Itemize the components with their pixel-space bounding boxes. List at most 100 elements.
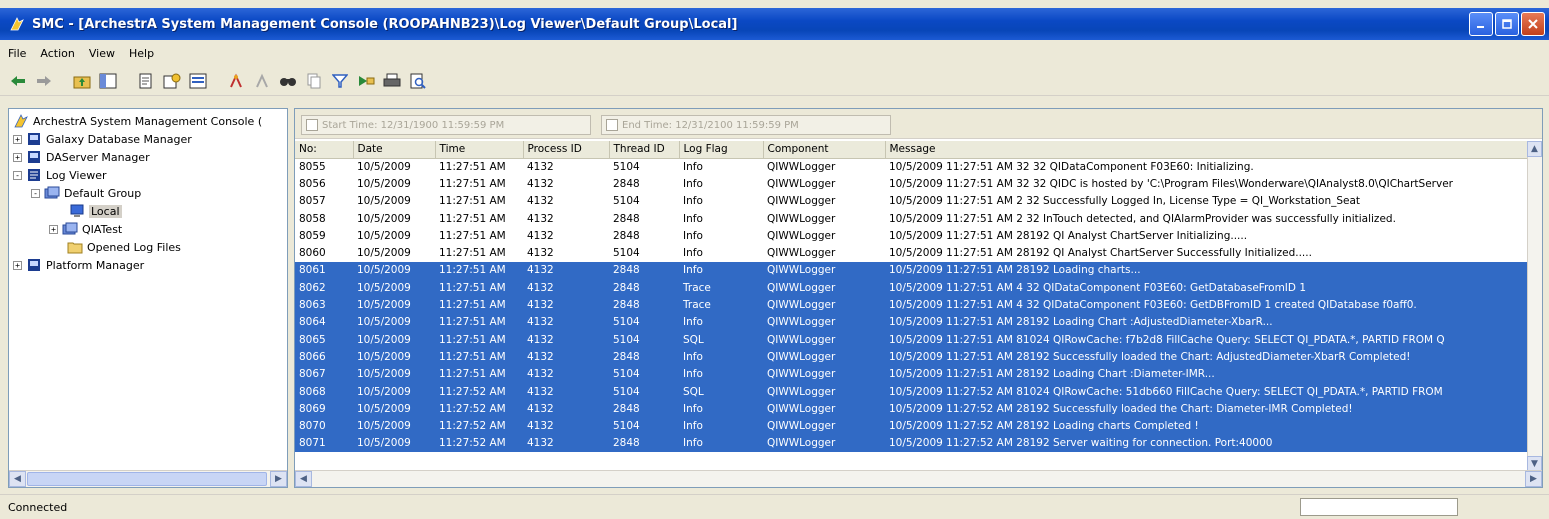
cell-no: 8066 [295,348,353,366]
column-header-component[interactable]: Component [763,141,886,159]
go-to-icon[interactable] [356,71,376,91]
scroll-left-button[interactable]: ◀ [9,471,26,487]
tree-item-label: DAServer Manager [46,150,150,164]
tree-item-local[interactable]: Local [69,202,122,220]
expand-toggle[interactable]: + [49,224,58,234]
tree-item-platform-manager[interactable]: + Platform Manager [13,256,144,274]
chevron-up-icon: ▲ [1531,144,1538,154]
list-vertical-scrollbar[interactable]: ▲ ▼ [1527,141,1542,472]
export-icon[interactable] [136,71,156,91]
show-tree-icon[interactable] [98,71,118,91]
table-row[interactable]: 8059 10/5/2009 11:27:51 AM 4132 2848 Info QIWW… [295,227,1527,244]
column-header-time[interactable]: Time [435,141,524,159]
tree-item-opened-log-files[interactable]: Opened Log Files [67,238,181,256]
tree-item-label: QIATest [82,222,123,236]
expand-toggle[interactable]: + [13,260,22,270]
collapse-toggle[interactable]: - [31,188,40,198]
status-text: Connected [8,500,68,514]
scroll-right-button[interactable]: ▶ [1525,471,1542,487]
table-row[interactable]: 8057 10/5/2009 11:27:51 AM 4132 5104 Info QIWW… [295,193,1527,210]
find-icon[interactable] [278,71,298,91]
table-row[interactable]: 8066 10/5/2009 11:27:51 AM 4132 2848 Info QIWW… [295,348,1527,366]
manager-icon [26,150,42,164]
column-header-no[interactable]: No: [295,141,354,159]
table-row[interactable]: 8058 10/5/2009 11:27:51 AM 4132 2848 Info QIWW… [295,210,1527,227]
unmark-icon[interactable] [252,71,272,91]
tree-item-default-group[interactable]: - Default Group [31,184,141,202]
table-row[interactable]: 8060 10/5/2009 11:27:51 AM 4132 5104 Info QIWW… [295,244,1527,261]
scroll-right-button[interactable]: ▶ [270,471,287,487]
start-time-filter[interactable]: Start Time: 12/31/1900 11:59:59 PM [301,115,591,135]
expand-toggle[interactable]: + [13,152,22,162]
table-row[interactable]: 8055 10/5/2009 11:27:51 AM 4132 5104 Info QIWW… [295,158,1527,175]
column-header-date[interactable]: Date [353,141,436,159]
properties-icon[interactable] [162,71,182,91]
table-row[interactable]: 8056 10/5/2009 11:27:51 AM 4132 2848 Info QIWW… [295,175,1527,192]
print-preview-icon[interactable] [408,71,428,91]
print-icon[interactable] [382,71,402,91]
collapse-toggle[interactable]: - [13,170,22,180]
cell-date: 10/5/2009 [353,382,435,401]
forward-arrow-icon[interactable] [34,71,54,91]
table-row[interactable]: 8064 10/5/2009 11:27:51 AM 4132 5104 Info QIWW… [295,313,1527,331]
start-time-checkbox[interactable] [306,119,318,131]
back-arrow-icon[interactable] [8,71,28,91]
table-row[interactable]: 8061 10/5/2009 11:27:51 AM 4132 2848 Info QIWW… [295,261,1527,280]
mark-icon[interactable] [226,71,246,91]
table-row[interactable]: 8071 10/5/2009 11:27:52 AM 4132 2848 Info QIWW… [295,434,1527,453]
table-row[interactable]: 8068 10/5/2009 11:27:52 AM 4132 5104 SQL QIWWL… [295,382,1527,401]
tree-root[interactable]: ArchestrA System Management Console ( [13,112,262,130]
cell-component: QIWWLogger [763,434,885,453]
cell-component: QIWWLogger [763,313,885,331]
cell-log-flag: Info [683,160,703,173]
table-row[interactable]: 8062 10/5/2009 11:27:51 AM 4132 2848 Trace QIW… [295,279,1527,297]
cell-thread-id: 5104 [609,382,679,401]
cell-component: QIWWLogger [763,382,885,401]
cell-log-flag: Info [679,365,763,383]
table-row[interactable]: 8070 10/5/2009 11:27:52 AM 4132 5104 Info QIWW… [295,417,1527,435]
scroll-thumb[interactable] [27,472,267,486]
tree-horizontal-scrollbar[interactable]: ◀ ▶ [9,470,287,487]
column-header-thread-id[interactable]: Thread ID [609,141,680,159]
end-time-checkbox[interactable] [606,119,618,131]
copy-icon[interactable] [304,71,324,91]
menu-file[interactable]: File [8,47,26,60]
table-row[interactable]: 8063 10/5/2009 11:27:51 AM 4132 2848 Trace QIW… [295,296,1527,314]
menu-action[interactable]: Action [40,47,74,60]
menu-help[interactable]: Help [129,47,154,60]
maximize-button[interactable] [1495,12,1519,36]
tree-item-log-viewer[interactable]: - Log Viewer [13,166,107,184]
cell-no: 8060 [299,247,326,260]
column-header-log-flag[interactable]: Log Flag [679,141,764,159]
minimize-button[interactable] [1469,12,1493,36]
cell-time: 11:27:51 AM [435,261,523,280]
cell-process-id: 4132 [523,434,609,453]
column-header-process-id[interactable]: Process ID [523,141,610,159]
scroll-left-button[interactable]: ◀ [295,471,312,487]
filter-icon[interactable] [330,71,350,91]
column-header-message[interactable]: Message [885,141,1527,159]
cell-time: 11:27:52 AM [435,417,523,435]
up-folder-icon[interactable] [72,71,92,91]
scroll-up-button[interactable]: ▲ [1527,141,1542,157]
cell-no: 8069 [295,400,353,418]
tree-item-label: Log Viewer [46,168,107,182]
console-tree-icon[interactable] [188,71,208,91]
table-row[interactable]: 8069 10/5/2009 11:27:52 AM 4132 2848 Info QIWW… [295,400,1527,418]
tree-item-galaxy-database-manager[interactable]: + Galaxy Database Manager [13,130,192,148]
tree-item-daserver-manager[interactable]: + DAServer Manager [13,148,150,166]
tree-item-qiatest[interactable]: + QIATest [49,220,122,238]
close-button[interactable] [1521,12,1545,36]
title-bar[interactable]: SMC - [ArchestrA System Management Conso… [0,8,1549,40]
log-list-pane: Start Time: 12/31/1900 11:59:59 PM End T… [294,108,1543,488]
cell-thread-id: 2848 [609,296,679,314]
menu-view[interactable]: View [89,47,115,60]
table-row[interactable]: 8065 10/5/2009 11:27:51 AM 4132 5104 SQL QIWWL… [295,330,1527,349]
list-horizontal-scrollbar[interactable]: ◀ ▶ [295,470,1542,487]
table-row[interactable]: 8067 10/5/2009 11:27:51 AM 4132 5104 Info QIWW… [295,365,1527,383]
expand-toggle[interactable]: + [13,134,22,144]
cell-process-id: 4132 [523,279,609,297]
cell-time: 11:27:51 AM [439,229,506,242]
console-tree: ArchestrA System Management Console ( + … [8,108,288,488]
end-time-filter[interactable]: End Time: 12/31/2100 11:59:59 PM [601,115,891,135]
